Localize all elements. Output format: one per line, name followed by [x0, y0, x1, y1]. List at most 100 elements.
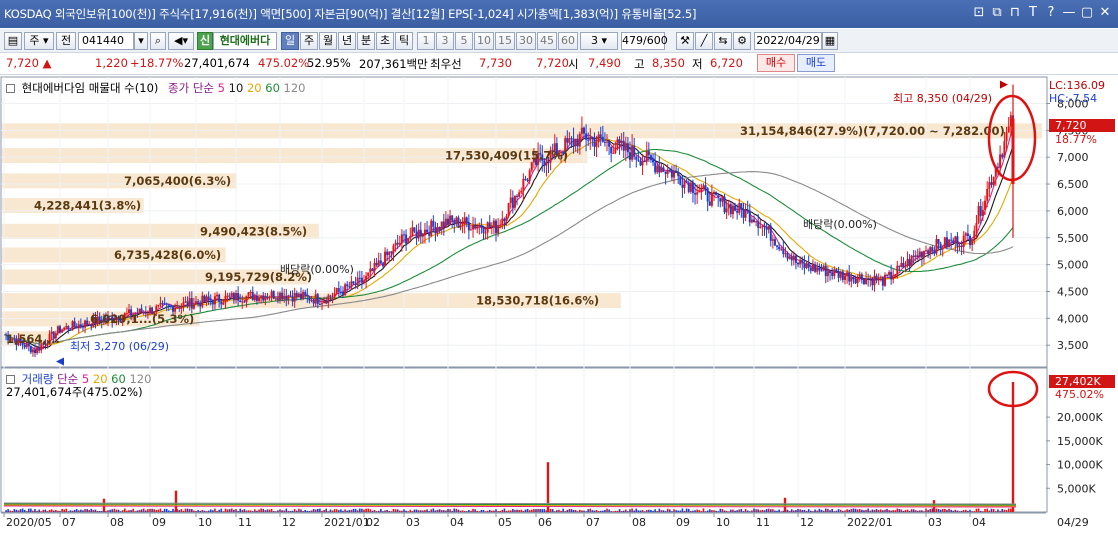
volume-bar	[36, 510, 38, 512]
min-price-label: 최저 3,270 (06/29)	[70, 340, 169, 353]
volume-bar	[505, 510, 508, 512]
candle-body	[449, 215, 452, 225]
interval-30[interactable]: 30	[516, 32, 536, 50]
candle-body	[358, 277, 361, 279]
candle-body	[213, 296, 216, 305]
stock-name-field[interactable]: 현대에버다	[213, 32, 277, 50]
volume-bar	[917, 510, 919, 512]
interval-15[interactable]: 15	[495, 32, 515, 50]
period-tab-minute[interactable]: 분	[357, 32, 375, 50]
volume-bar	[641, 510, 644, 512]
period-tab-week[interactable]: 주	[300, 32, 318, 50]
sell-button[interactable]: 매도	[797, 54, 835, 72]
legend-toggle-icon[interactable]	[6, 84, 15, 93]
period-tab-day[interactable]: 일	[281, 32, 299, 50]
trade-amount: 207,361백만	[359, 57, 428, 71]
help-icon[interactable]: ?	[1042, 4, 1060, 22]
volume-bar	[352, 508, 355, 512]
candle-body	[161, 303, 164, 305]
candle-body	[306, 294, 309, 297]
candle-body	[717, 195, 720, 198]
candle-body	[763, 225, 766, 228]
period-tab-tick[interactable]: 틱	[395, 32, 413, 50]
candle-body	[239, 300, 242, 303]
pin-icon[interactable]: ⊓	[1006, 4, 1024, 22]
settings-icon[interactable]: ⚙	[733, 32, 751, 50]
restore-window-icon[interactable]: ⧉	[988, 4, 1006, 22]
period-tab-year[interactable]: 년	[338, 32, 356, 50]
interval-1[interactable]: 1	[417, 32, 435, 50]
stock-code-input[interactable]: 041440	[78, 32, 134, 50]
volume-bar	[329, 509, 332, 512]
interval-3[interactable]: 3	[436, 32, 454, 50]
candle-body	[482, 228, 485, 233]
sound-icon[interactable]: ◀▾	[168, 32, 194, 50]
candle-body	[765, 227, 768, 230]
chart-type-icon[interactable]: ╱	[695, 32, 713, 50]
price-change-pct: +18.77%	[130, 56, 184, 70]
interval-5[interactable]: 5	[455, 32, 473, 50]
price-tick-label: 5,000	[1057, 259, 1089, 272]
volume-bar	[660, 510, 663, 512]
buy-button[interactable]: 매수	[757, 54, 795, 72]
indicator-icon[interactable]: ⚒	[676, 32, 694, 50]
minimize-icon[interactable]: —	[1060, 4, 1078, 22]
candle-body	[209, 299, 212, 301]
interval-select[interactable]: 3 ▾	[580, 32, 618, 50]
period-tab-month[interactable]: 월	[319, 32, 337, 50]
volume-bar	[925, 508, 927, 512]
volume-bar	[822, 510, 825, 512]
volume-bar	[738, 509, 741, 512]
toggle-icon[interactable]: ⇆	[714, 32, 732, 50]
candle-body	[904, 266, 907, 268]
volume-bar	[666, 508, 669, 512]
candle-body	[725, 208, 728, 213]
market-type-select[interactable]: 주 ▾	[24, 32, 54, 50]
volume-bar	[687, 508, 690, 512]
count-input[interactable]: 479/600	[621, 32, 668, 50]
candle-body	[831, 273, 834, 277]
volume-bar	[21, 508, 24, 512]
prev-button[interactable]: 전	[56, 32, 76, 50]
maximize-icon[interactable]: ▢	[1078, 4, 1096, 22]
volume-bar	[854, 508, 857, 512]
volume-legend-toggle-icon[interactable]	[6, 375, 15, 384]
chart-area[interactable]: 2020/05 07 08 09 10 11 12 2021/01 02 03 04 05 06 07 08…	[0, 76, 1118, 534]
text-icon[interactable]: T	[1024, 4, 1042, 22]
period-tab-second[interactable]: 초	[376, 32, 394, 50]
candle-body	[778, 246, 781, 250]
volume-bar	[944, 508, 946, 512]
candle-body	[914, 255, 917, 258]
search-icon[interactable]: ⌕	[150, 32, 166, 50]
interval-10[interactable]: 10	[474, 32, 494, 50]
volume-bar	[396, 509, 399, 512]
candle-body	[729, 204, 732, 215]
volume-bar	[348, 510, 351, 512]
candle-body	[943, 237, 946, 249]
volume-bar	[369, 509, 372, 512]
volume-profile-label: 18,530,718(16.6%)	[476, 294, 599, 308]
volume-bar	[975, 508, 978, 512]
volume-bar	[568, 509, 571, 512]
candle-body	[710, 193, 713, 206]
date-input[interactable]: 2022/04/29	[754, 32, 822, 50]
interval-60[interactable]: 60	[558, 32, 578, 50]
volume-panel-frame	[0, 367, 1048, 513]
calendar-icon[interactable]: ▦	[822, 32, 838, 50]
volume-bar	[159, 508, 162, 512]
volume-bar	[390, 511, 393, 512]
volume-bar	[541, 509, 544, 512]
candle-body	[826, 271, 829, 277]
volume-bar	[96, 511, 99, 512]
stock-chart[interactable]: 2020/05 07 08 09 10 11 12 2021/0102 03 04 05 06 07 08…	[0, 76, 1118, 534]
volume-bar	[478, 511, 481, 512]
interval-45[interactable]: 45	[537, 32, 557, 50]
close-icon[interactable]: ✕	[1096, 4, 1114, 22]
volume-bar	[302, 511, 304, 512]
candle-body	[912, 255, 915, 258]
menu-icon[interactable]: ▤	[4, 32, 22, 50]
code-dropdown-icon[interactable]: ▾	[134, 32, 148, 50]
link-icon[interactable]: ⊡	[970, 4, 988, 22]
candle-body	[321, 303, 323, 305]
volume-bar	[403, 509, 405, 512]
